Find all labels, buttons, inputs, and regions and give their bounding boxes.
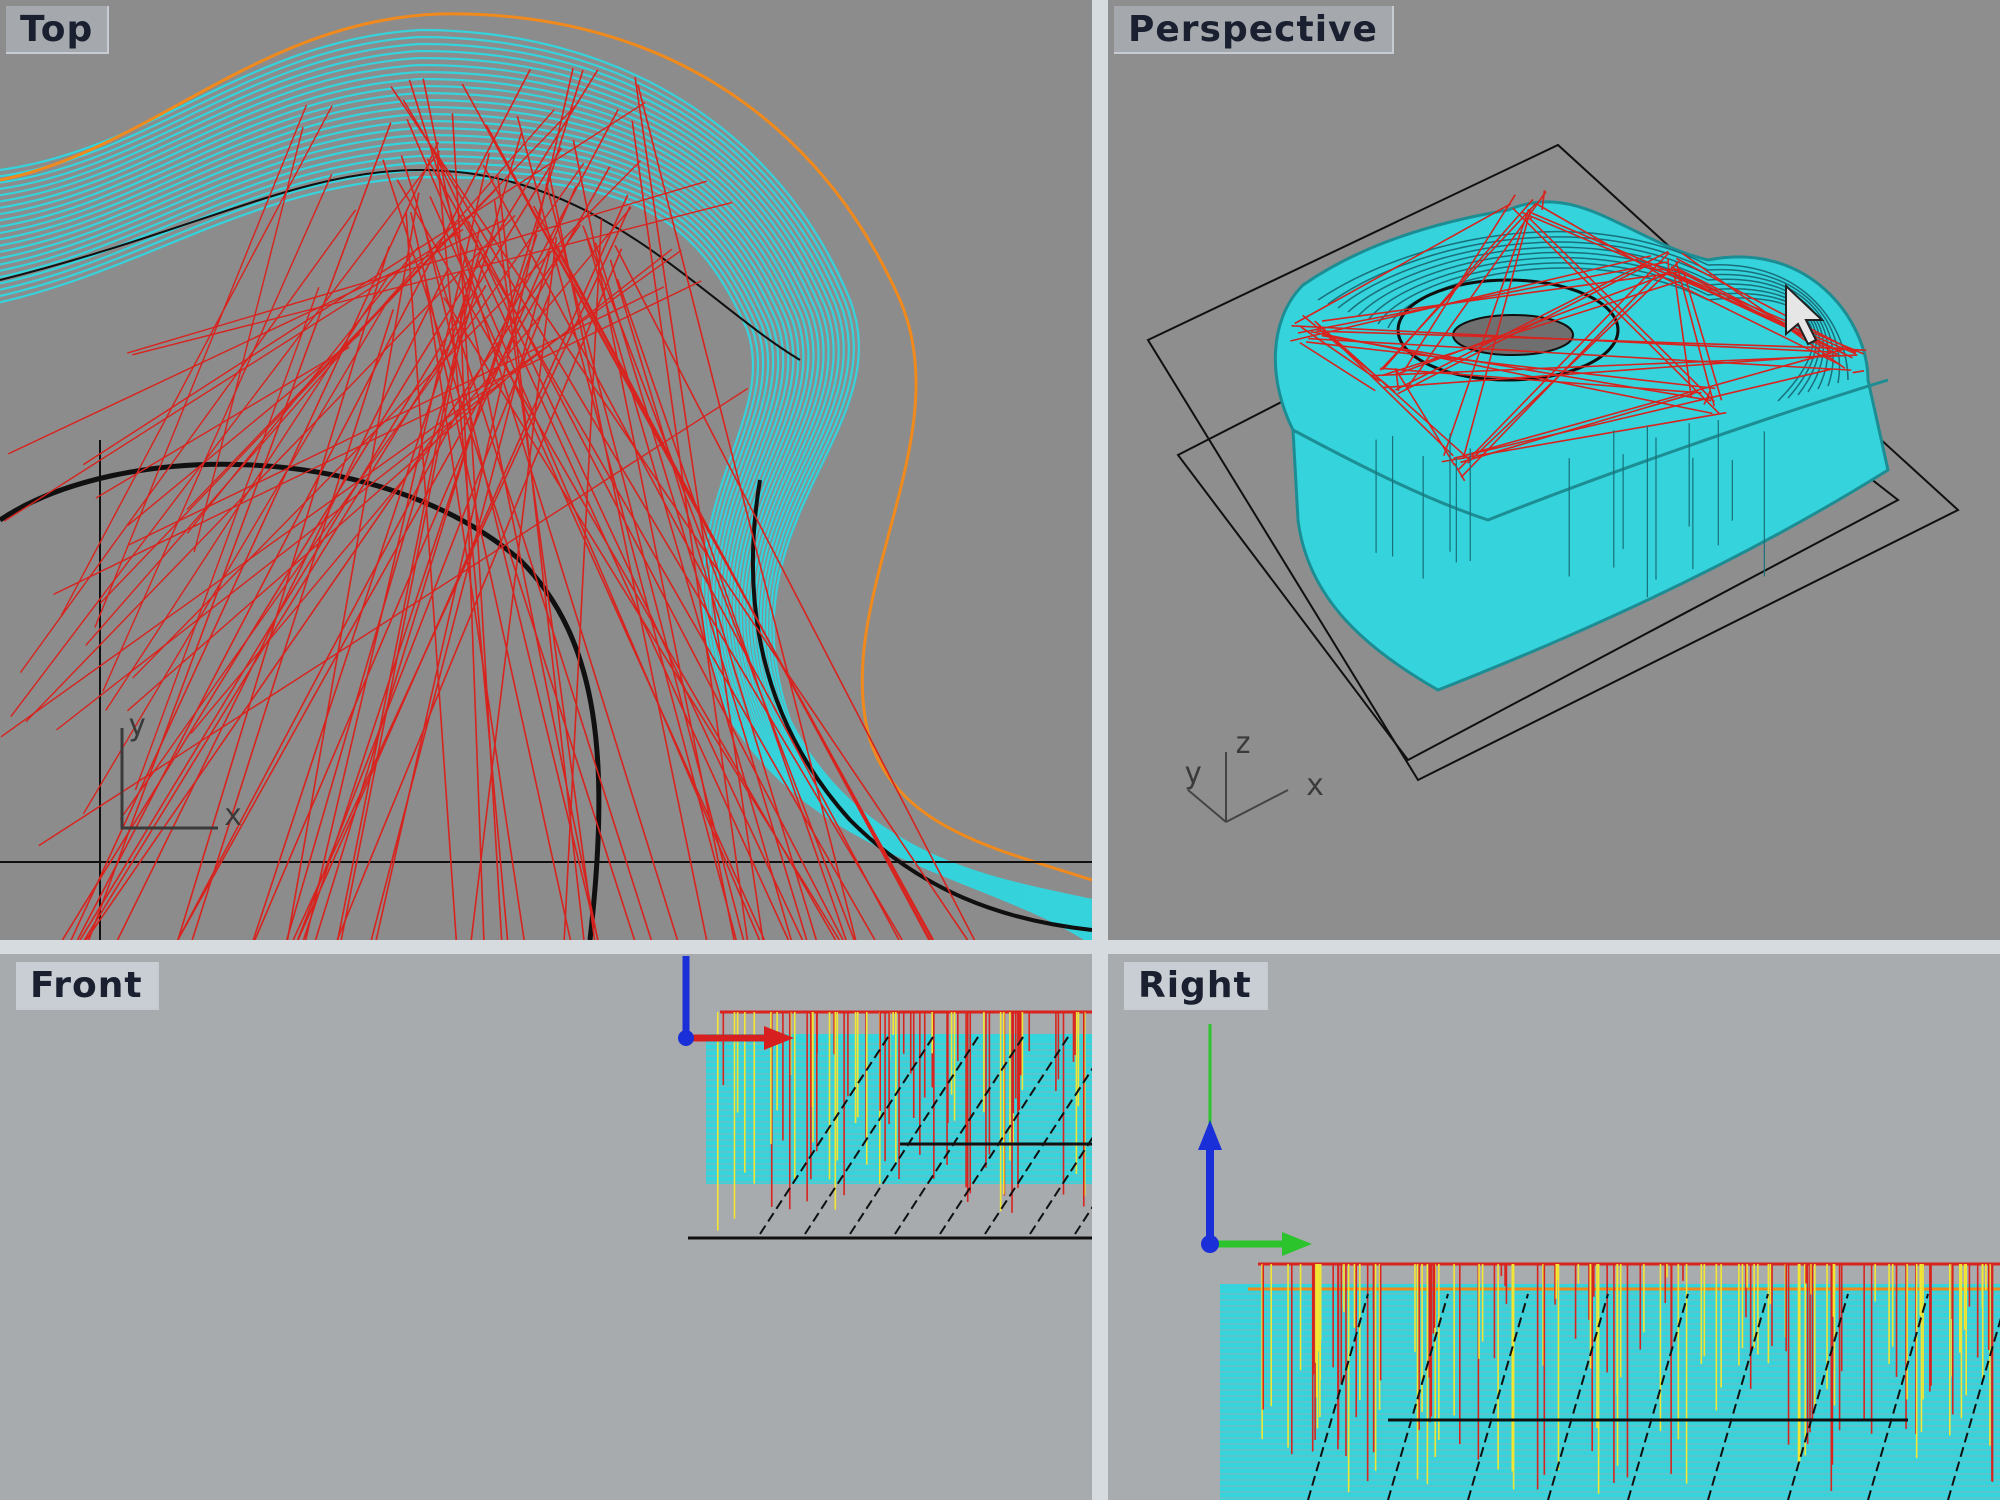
viewport-title-front[interactable]: Front — [16, 962, 159, 1010]
viewport-right[interactable]: Right — [1108, 954, 2000, 1500]
gumball-widget-icon[interactable] — [670, 954, 810, 1064]
axis-label-x: x — [224, 798, 243, 833]
front-view-canvas[interactable] — [0, 954, 1092, 1500]
viewport-top[interactable]: Top y x — [0, 0, 1092, 940]
axis-label-x: x — [1306, 768, 1325, 803]
gumball-widget-icon[interactable] — [1188, 1024, 1348, 1324]
viewport-title-right[interactable]: Right — [1124, 962, 1268, 1010]
axis-label-y: y — [128, 708, 147, 743]
cursor-arrow-icon — [1785, 283, 1825, 346]
axis-triad-icon — [120, 728, 218, 830]
axis-label-z: z — [1234, 726, 1253, 761]
viewport-front[interactable]: Front — [0, 954, 1092, 1500]
axis-label-y: y — [1184, 756, 1203, 791]
viewport-perspective[interactable]: Perspective y z x — [1108, 0, 2000, 940]
axis-triad-icon — [1187, 752, 1289, 823]
